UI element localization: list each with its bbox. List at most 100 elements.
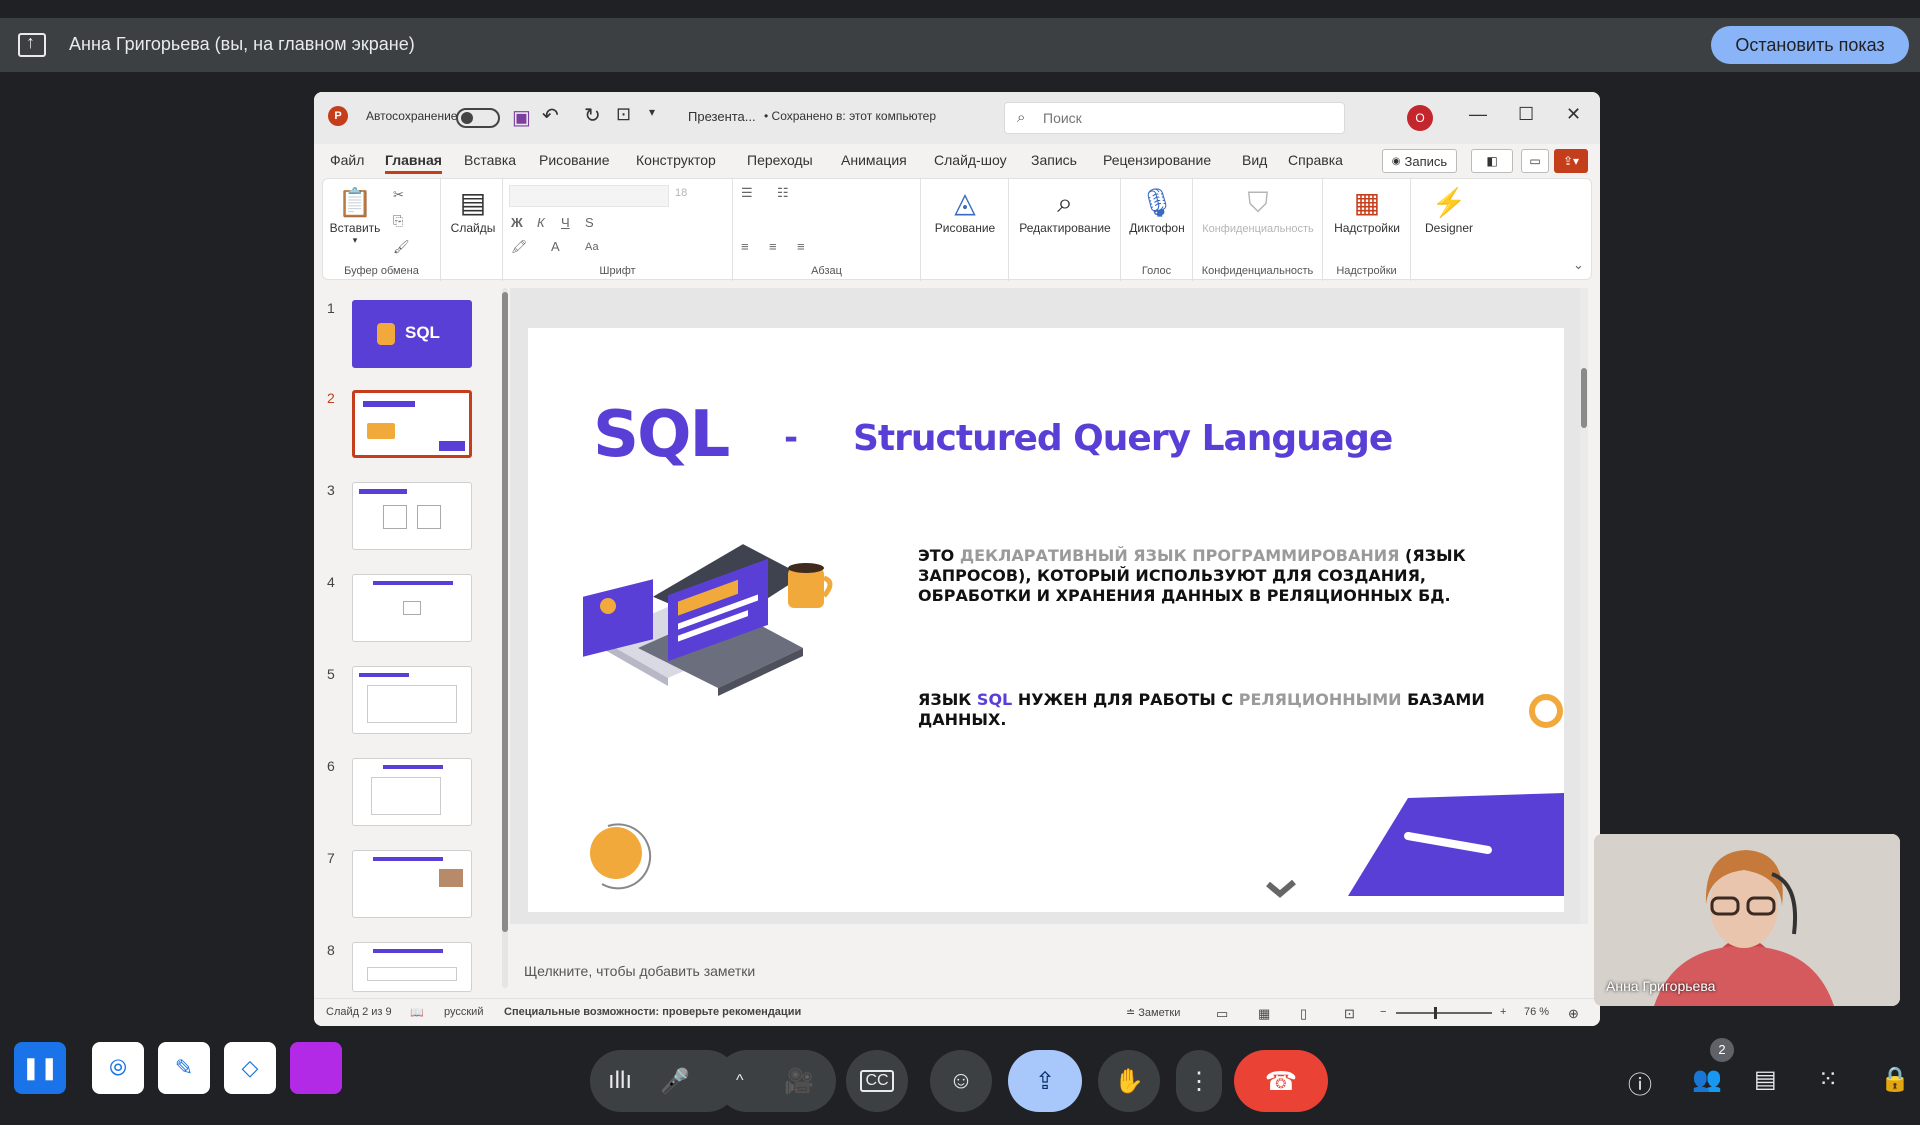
- designer-button[interactable]: ⚡ Designer: [1415, 185, 1483, 235]
- notes-placeholder: Щелкните, чтобы добавить заметки: [524, 963, 756, 979]
- slide-thumbnail[interactable]: SQL: [352, 300, 472, 368]
- tab-design[interactable]: Конструктор: [636, 152, 716, 168]
- underline-button[interactable]: Ч: [561, 215, 570, 230]
- tab-view[interactable]: Вид: [1242, 152, 1267, 168]
- record-button[interactable]: ◉ Запись: [1382, 149, 1457, 173]
- editing-button[interactable]: ⌕ Редактирование: [1013, 185, 1117, 235]
- autosave-toggle[interactable]: [456, 108, 500, 128]
- people-icon[interactable]: 👥: [1692, 1065, 1722, 1094]
- slide-thumbnail[interactable]: [352, 666, 472, 734]
- zoom-slider[interactable]: [1396, 1007, 1492, 1019]
- share-icon[interactable]: ⇪▾: [1554, 149, 1588, 173]
- slide-thumbnail[interactable]: [352, 574, 472, 642]
- accessibility-status[interactable]: Специальные возможности: проверьте реком…: [504, 1006, 801, 1018]
- format-painter-icon[interactable]: 🖌: [393, 239, 410, 255]
- reading-view-icon[interactable]: ▯: [1300, 1006, 1307, 1022]
- fit-to-window-icon[interactable]: ⊕: [1568, 1006, 1579, 1022]
- addins-button[interactable]: ▦ Надстройки: [1327, 185, 1407, 235]
- dictate-button[interactable]: 🎙 Диктофон: [1125, 185, 1189, 235]
- search-input[interactable]: [1043, 110, 1323, 126]
- eraser-button[interactable]: ◇: [224, 1042, 276, 1094]
- stop-sharing-button[interactable]: Остановить показ: [1711, 26, 1909, 64]
- activities-icon[interactable]: ⁙: [1818, 1065, 1838, 1094]
- quick-access-dropdown-icon[interactable]: ▾: [649, 105, 655, 119]
- more-options-button[interactable]: ⋮: [1176, 1050, 1222, 1112]
- align-right-icon[interactable]: ≡: [797, 239, 805, 254]
- teams-icon[interactable]: ◧: [1471, 149, 1513, 173]
- close-icon[interactable]: ✕: [1566, 104, 1581, 125]
- privacy-button[interactable]: ⛉ Конфиденциальность: [1197, 185, 1319, 235]
- slide-thumbnail[interactable]: [352, 942, 472, 992]
- pause-button[interactable]: ❚❚: [14, 1042, 66, 1094]
- captions-button[interactable]: CC: [846, 1050, 908, 1112]
- italic-button[interactable]: К: [537, 215, 545, 230]
- strikethrough-button[interactable]: S: [585, 215, 594, 230]
- search-box[interactable]: ⌕: [1004, 102, 1345, 134]
- pen-button[interactable]: ✎: [158, 1042, 210, 1094]
- slide-canvas[interactable]: SQL - Structured Query Language ЭТО ДЕКЛ…: [528, 328, 1564, 912]
- tab-slideshow[interactable]: Слайд-шоу: [934, 152, 1007, 168]
- redo-icon[interactable]: ↻: [584, 103, 601, 128]
- tab-home[interactable]: Главная: [385, 152, 442, 174]
- slide-sorter-icon[interactable]: ▦: [1258, 1006, 1270, 1022]
- save-icon[interactable]: ▣: [512, 105, 531, 130]
- minimize-icon[interactable]: —: [1469, 104, 1487, 125]
- present-button[interactable]: ⇪: [1008, 1050, 1082, 1112]
- font-size-field[interactable]: 18: [675, 187, 687, 199]
- font-name-field[interactable]: [509, 185, 669, 207]
- bullets-icon[interactable]: ☰: [741, 185, 753, 201]
- align-left-icon[interactable]: ≡: [741, 239, 749, 254]
- tab-draw[interactable]: Рисование: [539, 152, 610, 168]
- slides-button[interactable]: ▤ Слайды: [447, 185, 499, 235]
- numbering-icon[interactable]: ☷: [777, 185, 789, 201]
- tab-record[interactable]: Запись: [1031, 152, 1077, 168]
- language-indicator[interactable]: русский: [444, 1006, 483, 1018]
- slide-thumbnail[interactable]: [352, 482, 472, 550]
- font-color-icon[interactable]: A: [551, 239, 560, 254]
- present-icon[interactable]: ⊡: [616, 104, 631, 125]
- color-picker-button[interactable]: [290, 1042, 342, 1094]
- slide-scrollbar[interactable]: [1580, 288, 1588, 924]
- presenter-video-tile[interactable]: Анна Григорьева: [1594, 834, 1900, 1006]
- tab-insert[interactable]: Вставка: [464, 152, 516, 168]
- zoom-level[interactable]: 76 %: [1524, 1006, 1549, 1018]
- bold-button[interactable]: Ж: [511, 215, 523, 230]
- comments-icon[interactable]: ▭: [1521, 149, 1549, 173]
- tab-review[interactable]: Рецензирование: [1103, 152, 1211, 168]
- highlight-icon[interactable]: 🖍: [511, 239, 528, 255]
- slideshow-view-icon[interactable]: ⊡: [1344, 1006, 1355, 1022]
- copy-icon[interactable]: ⎘: [393, 213, 403, 229]
- align-center-icon[interactable]: ≡: [769, 239, 777, 254]
- laser-pointer-button[interactable]: ⦾: [92, 1042, 144, 1094]
- paste-button[interactable]: 📋 Вставить ▾: [329, 185, 381, 246]
- undo-icon[interactable]: ↶: [542, 103, 559, 128]
- tab-help[interactable]: Справка: [1288, 152, 1343, 168]
- spellcheck-icon[interactable]: 📖: [410, 1006, 424, 1019]
- chat-icon[interactable]: ▤: [1754, 1065, 1777, 1094]
- ribbon-collapse-icon[interactable]: ⌄: [1573, 257, 1584, 273]
- camera-control[interactable]: ^ 🎥: [716, 1050, 836, 1112]
- drawing-button[interactable]: ◬ Рисование: [925, 185, 1005, 235]
- tab-animations[interactable]: Анимация: [841, 152, 907, 168]
- change-case-button[interactable]: Аа: [585, 241, 599, 253]
- save-status[interactable]: • Сохранено в: этот компьютер: [764, 109, 936, 123]
- slide-thumbnail[interactable]: [352, 758, 472, 826]
- normal-view-icon[interactable]: ▭: [1216, 1006, 1228, 1022]
- tab-transitions[interactable]: Переходы: [747, 152, 813, 168]
- user-avatar[interactable]: О: [1407, 105, 1433, 131]
- slide-thumbnail-selected[interactable]: [352, 390, 472, 458]
- raise-hand-button[interactable]: ✋: [1098, 1050, 1160, 1112]
- notes-toggle[interactable]: ≐ Заметки: [1126, 1006, 1180, 1019]
- host-controls-icon[interactable]: 🔒: [1880, 1065, 1910, 1094]
- thumbnail-scrollbar[interactable]: [502, 288, 508, 988]
- maximize-icon[interactable]: ☐: [1518, 104, 1534, 125]
- notes-pane[interactable]: Щелкните, чтобы добавить заметки: [510, 952, 1588, 990]
- zoom-out-icon[interactable]: −: [1380, 1006, 1386, 1018]
- cut-icon[interactable]: ✂: [393, 187, 404, 203]
- meeting-info-icon[interactable]: ⓘ: [1628, 1065, 1652, 1100]
- end-call-button[interactable]: ☎: [1234, 1050, 1328, 1112]
- tab-file[interactable]: Файл: [330, 152, 364, 168]
- slide-thumbnail[interactable]: [352, 850, 472, 918]
- reactions-button[interactable]: ☺: [930, 1050, 992, 1112]
- zoom-in-icon[interactable]: +: [1500, 1006, 1506, 1018]
